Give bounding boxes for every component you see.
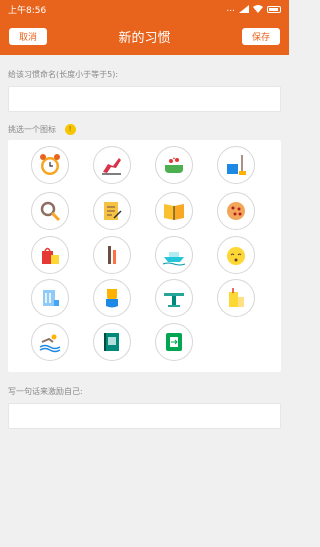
battery-icon — [267, 5, 281, 13]
icon-grid — [8, 140, 281, 372]
contract-document-icon[interactable] — [93, 192, 131, 230]
magnifier-icon[interactable] — [31, 192, 69, 230]
motto-label: 写一句话来激励自己: — [8, 387, 83, 396]
toothbrush-icon[interactable] — [93, 236, 131, 274]
bath-tub-icon[interactable] — [155, 146, 193, 184]
icon-picker-label: 挑选一个图标 — [8, 125, 56, 134]
page-title: 新的习惯 — [118, 31, 171, 46]
notebook-icon[interactable] — [93, 323, 131, 361]
status-time: 上午8:56 — [8, 5, 47, 16]
boat-icon[interactable] — [155, 236, 193, 274]
swimsuit-icon[interactable] — [93, 279, 131, 317]
status-bar: 上午8:56 ... — [0, 0, 289, 18]
cancel-button[interactable]: 取消 — [9, 28, 47, 45]
cookie-icon[interactable] — [217, 192, 255, 230]
signal-icon — [239, 5, 249, 13]
wifi-icon — [253, 5, 263, 13]
status-icons: ... — [226, 4, 281, 14]
app-bar: 取消 新的习惯 保存 — [0, 18, 289, 55]
habit-name-label: 给该习惯命名(长度小于等于5): — [8, 70, 119, 79]
swimming-icon[interactable] — [31, 323, 69, 361]
running-shoe-icon[interactable] — [93, 146, 131, 184]
shower-icon[interactable] — [31, 279, 69, 317]
more-dots-icon: ... — [226, 4, 235, 14]
alarm-clock-icon[interactable] — [31, 146, 69, 184]
fitness-bar-icon[interactable] — [155, 279, 193, 317]
exit-door-icon[interactable] — [155, 323, 193, 361]
open-book-icon[interactable] — [155, 192, 193, 230]
sleepy-face-icon[interactable] — [217, 236, 255, 274]
motto-input[interactable] — [8, 403, 281, 429]
cleaning-bucket-icon[interactable] — [217, 146, 255, 184]
habit-name-input[interactable] — [8, 86, 281, 112]
shopping-bag-icon[interactable] — [31, 236, 69, 274]
juice-drink-icon[interactable] — [217, 279, 255, 317]
icon-picker-label-row: 挑选一个图标 ! — [8, 124, 76, 135]
hint-icon[interactable]: ! — [64, 124, 76, 135]
save-button[interactable]: 保存 — [242, 28, 280, 45]
